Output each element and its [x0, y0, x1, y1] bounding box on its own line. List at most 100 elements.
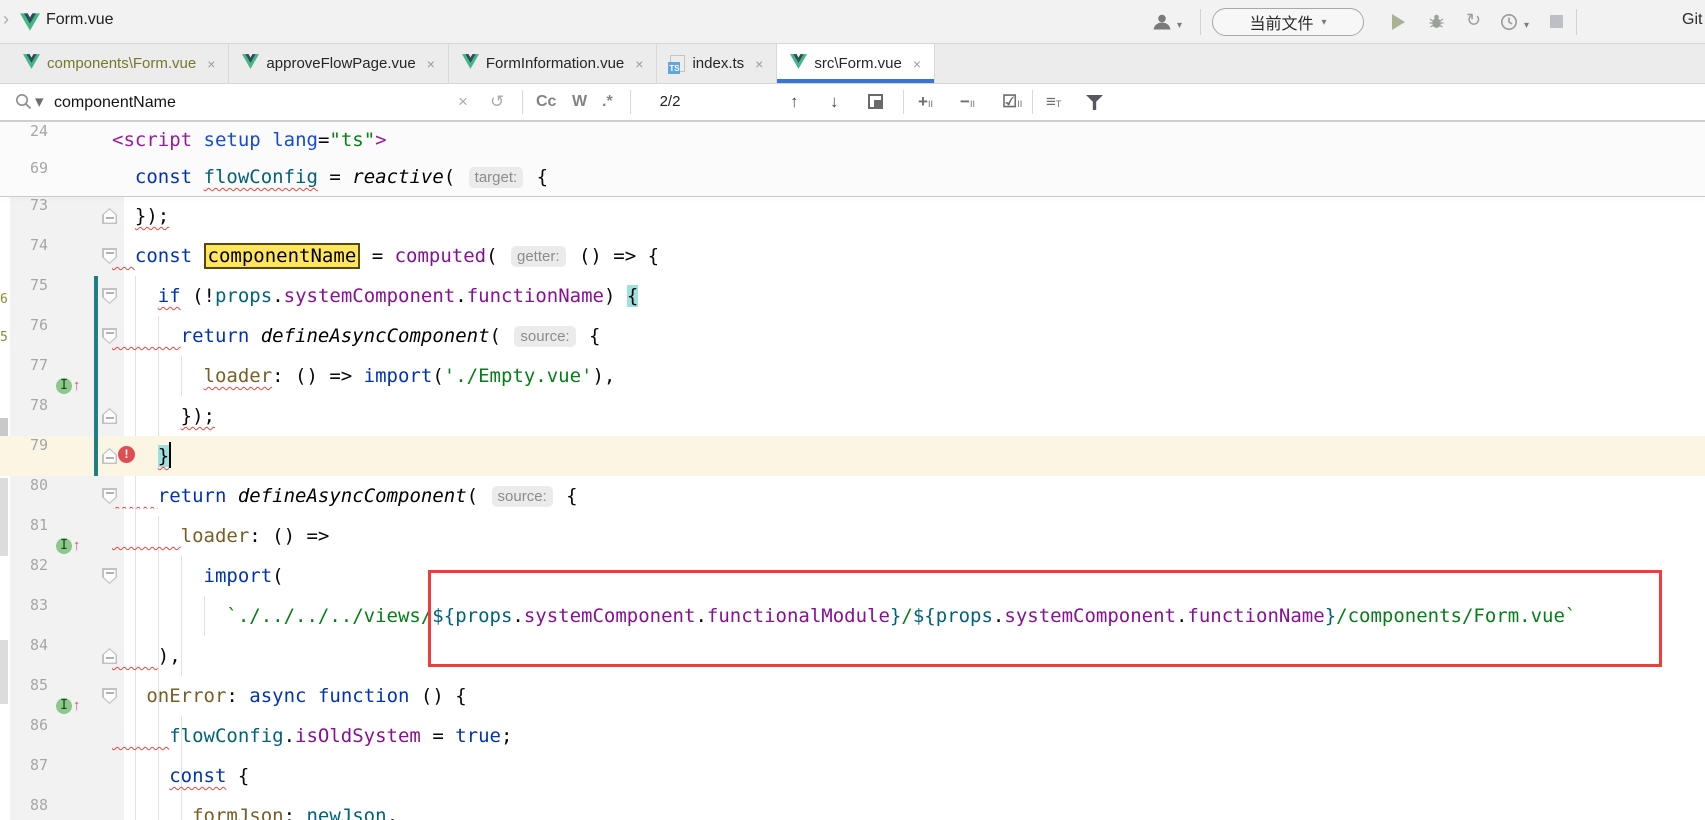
- tab-approveflowpage-vue[interactable]: approveFlowPage.vue×: [229, 44, 448, 83]
- code-line-80[interactable]: 80 return defineAsyncComponent( source: …: [0, 476, 1705, 516]
- line-number[interactable]: 82: [0, 556, 48, 574]
- new-line-icon[interactable]: ↺: [490, 84, 504, 120]
- code-token: formJson: [192, 805, 284, 820]
- code-token: (: [486, 245, 509, 267]
- divider: [1032, 90, 1033, 114]
- code-line-81[interactable]: 81I↑ loader: () =>: [0, 516, 1705, 556]
- code-line-77[interactable]: 77I↑ loader: () => import('./Empty.vue')…: [0, 356, 1705, 396]
- coverage-icon[interactable]: ↻: [1466, 11, 1481, 29]
- next-occurrence-icon[interactable]: ↓: [830, 84, 839, 120]
- tab-label: components\Form.vue: [47, 55, 196, 72]
- code-line-73[interactable]: 73 });: [0, 196, 1705, 236]
- line-number[interactable]: 77: [0, 356, 48, 374]
- line-number[interactable]: 73: [0, 196, 48, 214]
- code-token: [112, 405, 181, 427]
- code-token: ): [604, 285, 627, 307]
- code-line-76[interactable]: 76 return defineAsyncComponent( source: …: [0, 316, 1705, 356]
- code-line-79[interactable]: 79! }: [0, 436, 1705, 476]
- vue-icon: [790, 54, 807, 73]
- add-occurrence-icon[interactable]: +II: [918, 84, 933, 120]
- chevron-down-icon: ▾: [1321, 17, 1326, 28]
- close-tab-icon[interactable]: ×: [427, 56, 435, 72]
- code-line-86[interactable]: 86 flowConfig.isOldSystem = true;: [0, 716, 1705, 756]
- search-results-options-icon[interactable]: ≡T: [1046, 84, 1061, 120]
- error-icon[interactable]: !: [118, 446, 135, 463]
- line-number[interactable]: 78: [0, 396, 48, 414]
- code-line-87[interactable]: 87 const {: [0, 756, 1705, 796]
- code-editor[interactable]: 6:565 24<script setup lang="ts">69 const…: [0, 122, 1705, 820]
- code-line-78[interactable]: 78 });: [0, 396, 1705, 436]
- select-all-occurrences-icon[interactable]: ☑II: [1002, 84, 1022, 120]
- line-number[interactable]: 74: [0, 236, 48, 254]
- tab-label: index.ts: [692, 55, 744, 72]
- code-line-69[interactable]: 69 const flowConfig = reactive( target: …: [0, 159, 1705, 196]
- vue-icon: [23, 54, 40, 73]
- tab-forminformation-vue[interactable]: FormInformation.vue×: [449, 44, 658, 83]
- line-number[interactable]: 80: [0, 476, 48, 494]
- search-icon[interactable]: [14, 84, 33, 120]
- find-bar: ▾ × ↺ Cc W .* 2/2 ↑ ↓ +II −II ☑II ≡T: [0, 84, 1705, 122]
- stop-button[interactable]: [1550, 15, 1563, 28]
- code-token: loader: [204, 365, 273, 387]
- code-token: [307, 685, 318, 707]
- line-number[interactable]: 83: [0, 596, 48, 614]
- remove-occurrence-icon[interactable]: −II: [960, 84, 975, 120]
- tab-components-form-vue[interactable]: components\Form.vue ×: [10, 44, 229, 83]
- run-configuration-select[interactable]: 当前文件 ▾: [1212, 8, 1364, 36]
- git-widget[interactable]: Git: [1682, 11, 1702, 29]
- code-token: newJson: [306, 805, 386, 820]
- code-token: [112, 605, 226, 627]
- line-number[interactable]: 69: [0, 159, 48, 177]
- line-number[interactable]: 85: [0, 676, 48, 694]
- line-number[interactable]: 79: [0, 436, 48, 454]
- line-number[interactable]: 75: [0, 276, 48, 294]
- code-line-88[interactable]: 88 formJson: newJson,: [0, 796, 1705, 820]
- close-tab-icon[interactable]: ×: [755, 56, 763, 72]
- vcs-change-marker[interactable]: [94, 276, 98, 476]
- tab-src-form-vue[interactable]: src\Form.vue×: [777, 44, 935, 83]
- code-line-85[interactable]: 85I↑ onError: async function () {: [0, 676, 1705, 716]
- code-token: function: [318, 685, 410, 707]
- filter-icon[interactable]: [1086, 95, 1103, 110]
- tab-index-ts[interactable]: TSindex.ts×: [657, 44, 777, 83]
- line-number[interactable]: 24: [0, 122, 48, 140]
- profiler-clock-icon[interactable]: [1500, 13, 1518, 34]
- run-button[interactable]: [1392, 14, 1405, 30]
- close-tab-icon[interactable]: ×: [635, 56, 643, 72]
- line-number[interactable]: 87: [0, 756, 48, 774]
- vue-icon: [462, 54, 479, 73]
- debug-icon[interactable]: [1428, 13, 1445, 32]
- code-token: import: [204, 565, 273, 587]
- line-number[interactable]: 76: [0, 316, 48, 334]
- open-in-find-window-icon[interactable]: [868, 94, 883, 109]
- chevron-down-icon[interactable]: ▾: [1524, 17, 1529, 35]
- code-token: loader: [181, 525, 250, 547]
- code-token: });: [181, 405, 215, 427]
- code-line-24[interactable]: 24<script setup lang="ts">: [0, 122, 1705, 159]
- search-input[interactable]: [52, 87, 426, 119]
- line-number[interactable]: 86: [0, 716, 48, 734]
- clear-search-icon[interactable]: ×: [458, 84, 468, 120]
- close-tab-icon[interactable]: ×: [207, 56, 215, 72]
- search-options-chevron-icon[interactable]: ▾: [35, 84, 44, 120]
- chevron-down-icon[interactable]: ▾: [1177, 17, 1182, 35]
- line-number[interactable]: 88: [0, 796, 48, 814]
- match-case-toggle[interactable]: Cc: [536, 84, 556, 120]
- regex-toggle[interactable]: .*: [602, 84, 613, 120]
- code-token: './Empty.vue': [444, 365, 593, 387]
- code-line-75[interactable]: 75 if (!props.systemComponent.functionNa…: [0, 276, 1705, 316]
- line-number[interactable]: 81: [0, 516, 48, 534]
- previous-occurrence-icon[interactable]: ↑: [790, 84, 799, 120]
- line-number[interactable]: 84: [0, 636, 48, 654]
- code-token: [192, 166, 203, 188]
- vue-icon: [242, 54, 259, 73]
- user-profile-icon[interactable]: [1152, 13, 1172, 33]
- code-token: ;: [501, 725, 512, 747]
- close-tab-icon[interactable]: ×: [913, 56, 921, 72]
- code-token: (: [432, 365, 443, 387]
- code-line-74[interactable]: 74 const componentName = computed( gette…: [0, 236, 1705, 276]
- code-token: () {: [409, 685, 466, 707]
- whole-words-toggle[interactable]: W: [572, 84, 587, 120]
- code-token: isOldSystem: [295, 725, 421, 747]
- code-text: ),: [112, 636, 181, 676]
